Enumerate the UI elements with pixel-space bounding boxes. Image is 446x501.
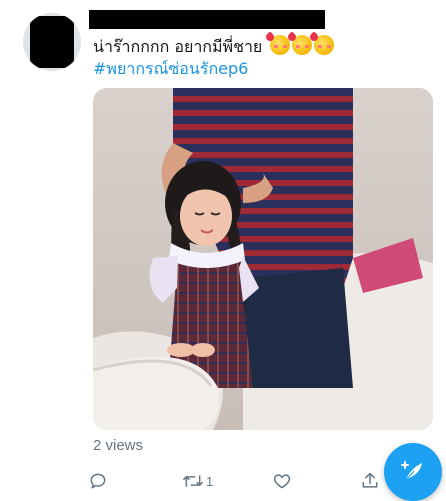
retweet-count: 1 — [206, 473, 214, 489]
share-icon — [362, 472, 378, 488]
compose-feather-icon — [401, 461, 422, 481]
retweet-icon — [183, 475, 203, 487]
video-frame — [93, 88, 433, 430]
retweet-button[interactable]: 1 — [182, 469, 213, 493]
smiling-face-with-hearts-icon — [314, 35, 335, 55]
like-button[interactable] — [272, 469, 292, 493]
hashtag-link[interactable]: #พยากรณ์ซ่อนรักep6 — [93, 58, 433, 80]
emoji-group — [270, 35, 335, 55]
share-button[interactable] — [360, 469, 380, 493]
video-media[interactable] — [93, 88, 433, 430]
redaction-block — [30, 16, 74, 68]
tweet-actions: 1 — [88, 469, 388, 495]
reply-button[interactable] — [88, 469, 108, 493]
view-count: 2 views — [93, 437, 144, 454]
avatar[interactable] — [23, 13, 81, 71]
tweet-body: น่าร๊ากกกก อยากมีพี่ชาย #พยากรณ์ซ่อนรักe… — [93, 35, 433, 80]
compose-tweet-button[interactable] — [384, 443, 442, 501]
speech-bubble-icon — [90, 473, 106, 489]
username-redaction — [89, 10, 325, 29]
tweet-text: น่าร๊ากกกก อยากมีพี่ชาย — [93, 37, 263, 56]
heart-icon — [273, 474, 291, 489]
